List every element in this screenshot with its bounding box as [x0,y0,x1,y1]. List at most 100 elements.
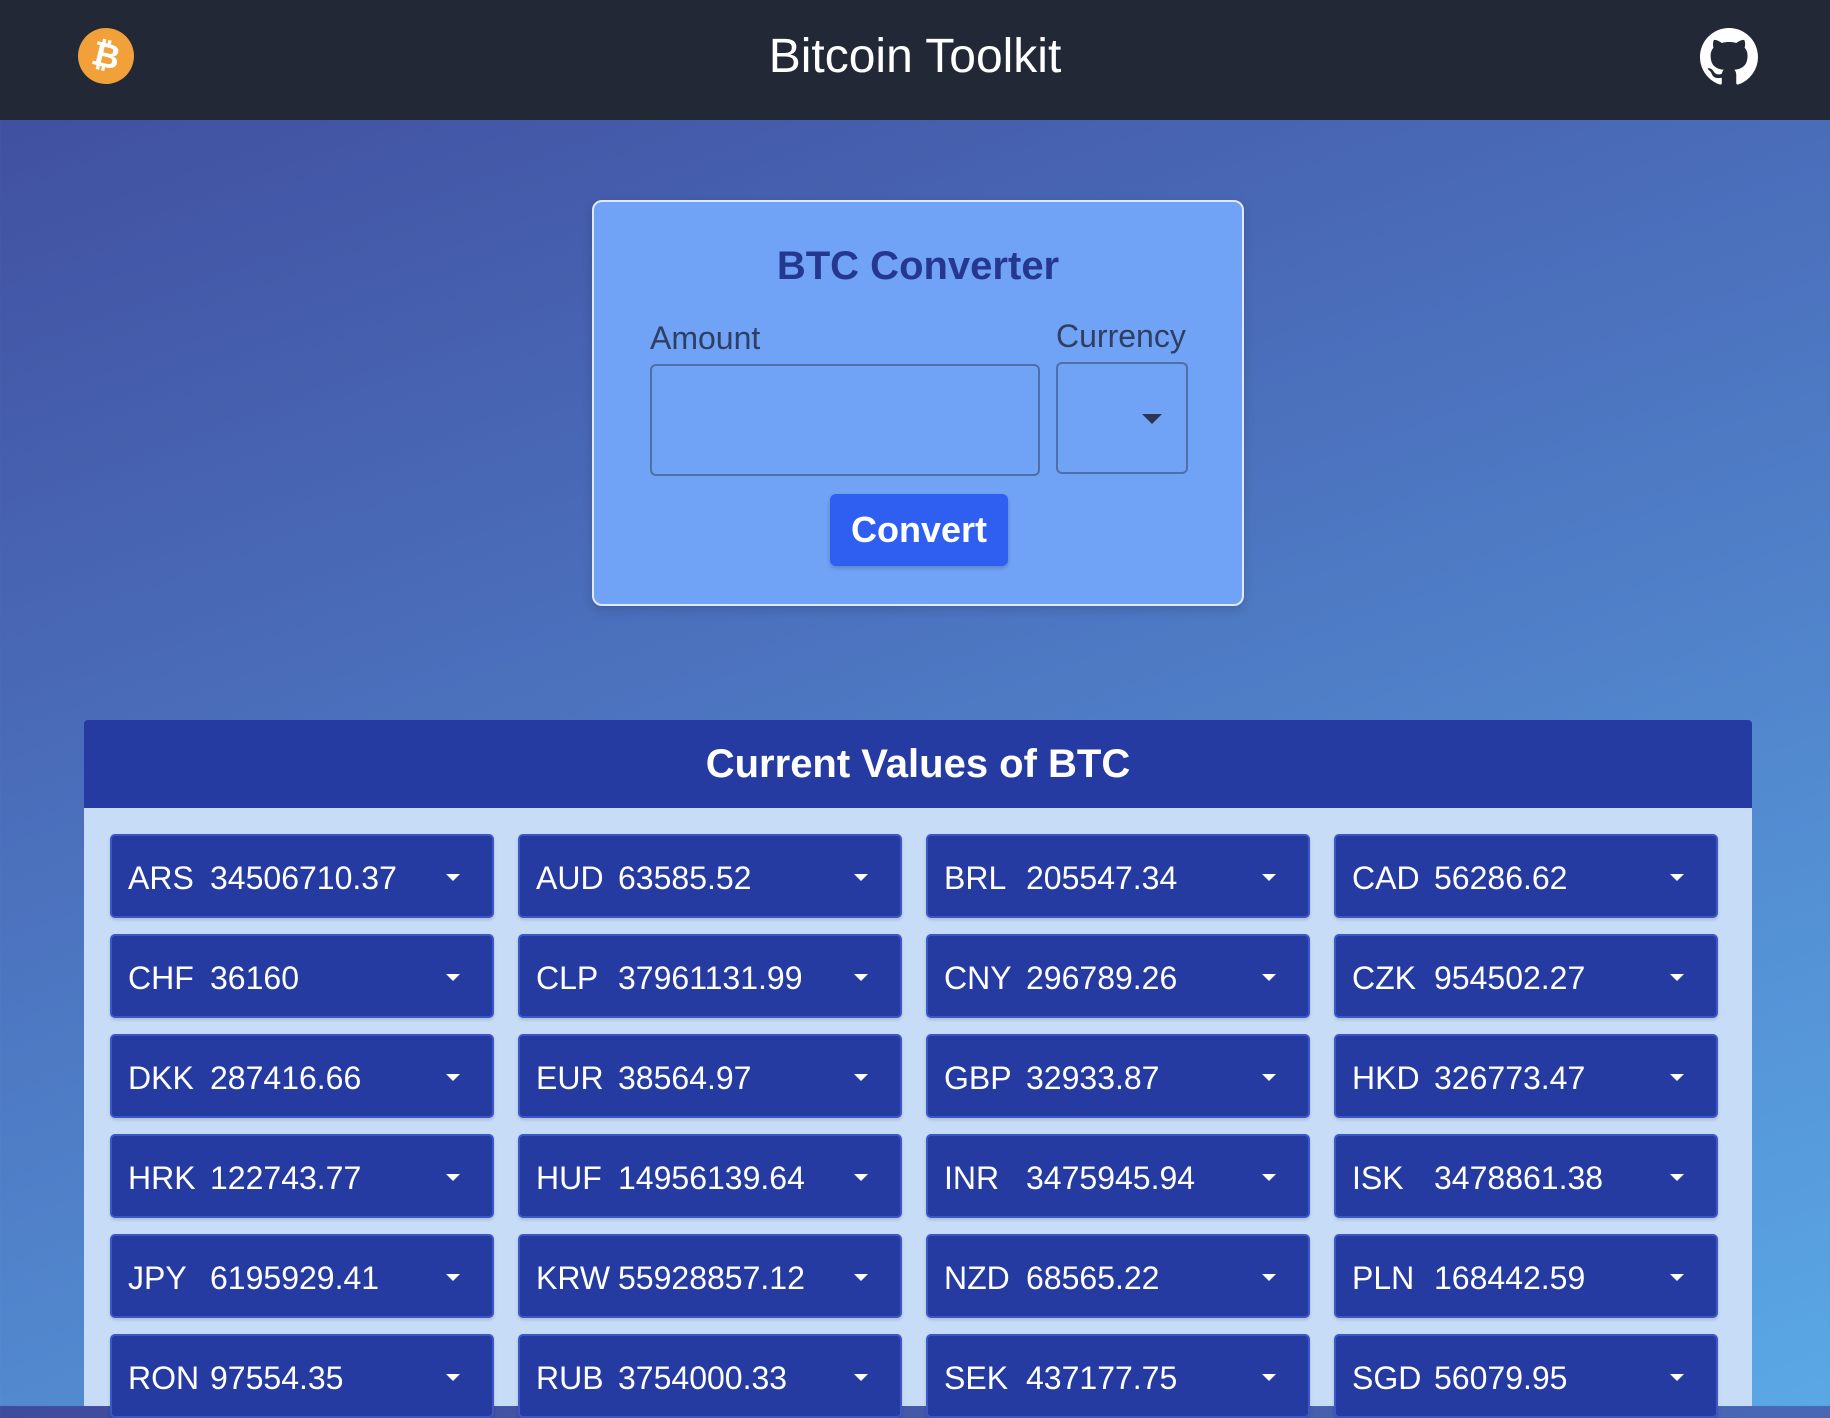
btc-value: 3478861.38 [1434,1160,1604,1196]
amount-input[interactable] [650,364,1040,476]
btc-value: 296789.26 [1026,960,1178,996]
rate-dropdown-krw[interactable]: KRW 55928857.12 [518,1234,902,1318]
github-icon[interactable] [1700,28,1758,86]
btc-value: 122743.77 [210,1160,362,1196]
chevron-down-icon [1262,974,1276,981]
currency-code: JPY [128,1260,187,1296]
rate-dropdown-clp[interactable]: CLP 37961131.99 [518,934,902,1018]
rate-dropdown-pln[interactable]: PLN 168442.59 [1334,1234,1718,1318]
currency-code: ISK [1352,1160,1404,1196]
currency-code: CHF [128,960,194,996]
chevron-down-icon [1670,1274,1684,1281]
chevron-down-icon [854,1174,868,1181]
currency-code: SEK [944,1360,1009,1396]
rate-dropdown-huf[interactable]: HUF 14956139.64 [518,1134,902,1218]
rate-dropdown-dkk[interactable]: DKK 287416.66 [110,1034,494,1118]
rate-dropdown-brl[interactable]: BRL 205547.34 [926,834,1310,918]
app-title: Bitcoin Toolkit [768,30,1062,83]
currency-code: HKD [1352,1060,1420,1096]
btc-value: 36160 [210,960,299,996]
chevron-down-icon [1670,974,1684,981]
currency-code: INR [944,1160,1000,1196]
converter-title: BTC Converter [776,244,1060,288]
chevron-down-icon [446,974,460,981]
chevron-down-icon [1670,1374,1684,1381]
currency-code: CAD [1352,860,1420,896]
btc-value: 14956139.64 [618,1160,805,1196]
currency-code: CNY [944,960,1012,996]
chevron-down-icon [1262,874,1276,881]
chevron-down-icon [1262,1074,1276,1081]
chevron-down-icon [1262,1174,1276,1181]
chevron-down-icon [1262,1374,1276,1381]
btc-value: 34506710.37 [210,860,397,896]
currency-code: ARS [128,860,194,896]
btc-value: 437177.75 [1026,1360,1178,1396]
chevron-down-icon [446,1374,460,1381]
chevron-down-icon [446,1074,460,1081]
btc-converter-card: BTC Converter Amount Currency Convert [592,200,1244,606]
currency-code: CLP [536,960,599,996]
rate-dropdown-sgd[interactable]: SGD 56079.95 [1334,1334,1718,1418]
currency-code: NZD [944,1260,1010,1296]
rate-dropdown-cny[interactable]: CNY 296789.26 [926,934,1310,1018]
rate-dropdown-rub[interactable]: RUB 3754000.33 [518,1334,902,1418]
currency-code: GBP [944,1060,1012,1096]
rate-dropdown-jpy[interactable]: JPY 6195929.41 [110,1234,494,1318]
btc-value: 37961131.99 [618,960,803,996]
rate-grid: ARS 34506710.37 AUD 63585.52 BRL 205547.34 CAD… [110,834,1718,1418]
btc-value: 954502.27 [1434,960,1586,996]
current-values-title: Current Values of BTC [84,720,1752,808]
btc-value: 6195929.41 [210,1260,380,1296]
btc-value: 56286.62 [1434,860,1568,896]
btc-value: 3754000.33 [618,1360,788,1396]
currency-code: KRW [536,1260,611,1296]
chevron-down-icon [1670,1074,1684,1081]
btc-value: 326773.47 [1434,1060,1586,1096]
chevron-down-icon [854,1074,868,1081]
rate-dropdown-gbp[interactable]: GBP 32933.87 [926,1034,1310,1118]
current-values-panel: ARS 34506710.37 AUD 63585.52 BRL 205547.34 CAD… [84,808,1752,1418]
rate-dropdown-hrk[interactable]: HRK 122743.77 [110,1134,494,1218]
rate-dropdown-ron[interactable]: RON 97554.35 [110,1334,494,1418]
btc-value: 32933.87 [1026,1060,1160,1096]
btc-value: 3475945.94 [1026,1160,1196,1196]
rate-dropdown-eur[interactable]: EUR 38564.97 [518,1034,902,1118]
currency-select[interactable] [1056,362,1188,474]
btc-value: 68565.22 [1026,1260,1160,1296]
rate-dropdown-chf[interactable]: CHF 36160 [110,934,494,1018]
rate-dropdown-ars[interactable]: ARS 34506710.37 [110,834,494,918]
chevron-down-icon [854,874,868,881]
rate-dropdown-cad[interactable]: CAD 56286.62 [1334,834,1718,918]
rate-dropdown-hkd[interactable]: HKD 326773.47 [1334,1034,1718,1118]
btc-value: 55928857.12 [618,1260,805,1296]
btc-value: 97554.35 [210,1360,344,1396]
rate-dropdown-sek[interactable]: SEK 437177.75 [926,1334,1310,1418]
amount-label: Amount [650,320,761,356]
currency-code: RUB [536,1360,604,1396]
btc-value: 63585.52 [618,860,752,896]
chevron-down-icon [446,1274,460,1281]
btc-value: 168442.59 [1434,1260,1586,1296]
currency-code: EUR [536,1060,604,1096]
currency-code: AUD [536,860,604,896]
chevron-down-icon [1670,874,1684,881]
currency-label: Currency [1056,318,1186,354]
currency-code: SGD [1352,1360,1422,1396]
rate-dropdown-aud[interactable]: AUD 63585.52 [518,834,902,918]
btc-value: 205547.34 [1026,860,1178,896]
chevron-down-icon [854,1274,868,1281]
currency-code: HRK [128,1160,196,1196]
rate-dropdown-inr[interactable]: INR 3475945.94 [926,1134,1310,1218]
rate-dropdown-nzd[interactable]: NZD 68565.22 [926,1234,1310,1318]
chevron-down-icon [854,1374,868,1381]
btc-value: 287416.66 [210,1060,362,1096]
rate-dropdown-czk[interactable]: CZK 954502.27 [1334,934,1718,1018]
chevron-down-icon [446,874,460,881]
chevron-down-icon [446,1174,460,1181]
chevron-down-icon [1670,1174,1684,1181]
convert-button[interactable]: Convert [830,494,1008,566]
rate-dropdown-isk[interactable]: ISK 3478861.38 [1334,1134,1718,1218]
top-navbar: ₿ Bitcoin Toolkit [0,0,1830,120]
currency-code: CZK [1352,960,1416,996]
